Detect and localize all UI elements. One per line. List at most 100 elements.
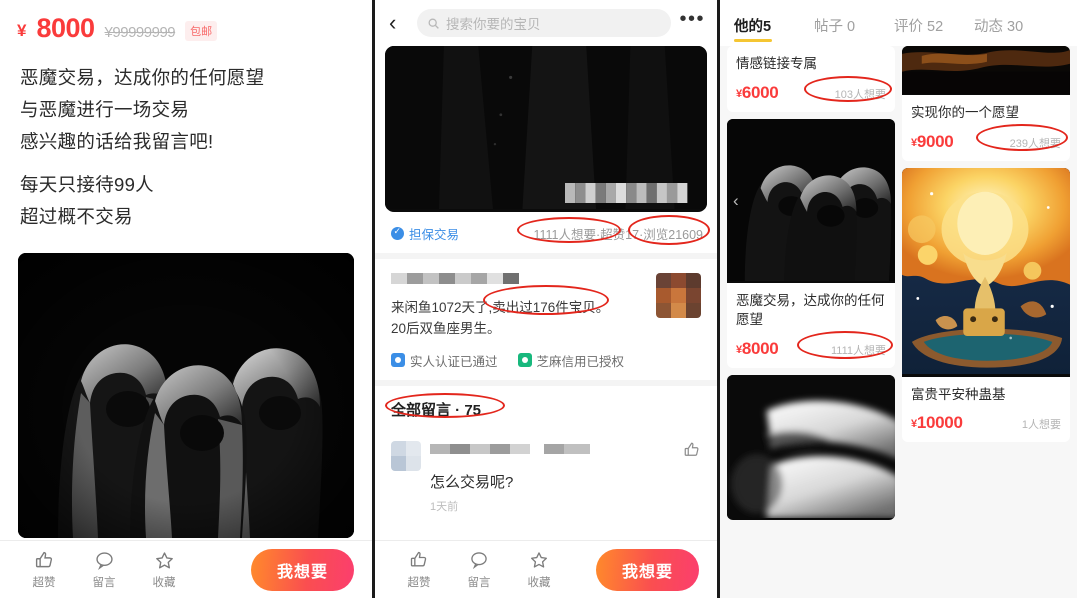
- commenter-name-redacted: [430, 443, 590, 454]
- item-photo[interactable]: [385, 46, 707, 212]
- item-card[interactable]: 富贵平安种蛊基 ¥10000 1人想要: [902, 167, 1070, 443]
- comment-body: 怎么交易呢? 1天前: [430, 441, 590, 514]
- comment-text: 怎么交易呢?: [430, 473, 514, 491]
- commenter-avatar: [391, 440, 421, 471]
- item-card[interactable]: ‹ 恶魔交易，达成你的任何愿望 ¥8000 1111人想要: [727, 118, 895, 368]
- blurred-bw-thumb: [727, 374, 895, 518]
- i-want-it-button[interactable]: 我想要: [250, 548, 354, 591]
- card-want-count: 1111人想要: [830, 344, 886, 357]
- chevron-left-icon[interactable]: ‹: [387, 12, 409, 34]
- mid-message-label: 留言: [467, 576, 491, 589]
- comment-item[interactable]: 怎么交易呢? 1天前: [375, 431, 717, 514]
- seller-block[interactable]: 来闲鱼1072天了,卖出过176件宝贝。20后双鱼座男生。 实人认证已通过 芝麻…: [375, 259, 717, 380]
- price-row: ¥ 8000 ¥99999999 包邮: [0, 0, 372, 44]
- comments-header: 全部留言 · 75: [375, 386, 717, 431]
- profile-tabs: 他的5 帖子 0 评价 52 动态 30: [720, 0, 1077, 46]
- like-action[interactable]: 超赞: [18, 550, 70, 590]
- chevron-left-icon[interactable]: ‹: [733, 191, 739, 211]
- desc-spacer: [20, 157, 372, 169]
- favorite-label: 收藏: [152, 576, 176, 589]
- comment-icon: [78, 550, 130, 573]
- ellipsis-icon[interactable]: •••: [679, 9, 705, 32]
- card-currency: ¥: [911, 418, 917, 431]
- free-shipping-badge: 包邮: [185, 21, 218, 41]
- card-price: ¥10000: [911, 413, 963, 433]
- mid-like-action[interactable]: 超赞: [393, 550, 445, 590]
- comment-icon: [453, 550, 505, 573]
- card-want-count: 1人想要: [1021, 419, 1061, 432]
- id-verified-icon: [391, 353, 405, 368]
- desc-line-1: 恶魔交易，达成你的任何愿望: [20, 67, 265, 88]
- item-card[interactable]: 情感链接专属 ¥6000 103人想要: [727, 46, 895, 112]
- card-footer: ¥9000 239人想要: [911, 123, 1068, 152]
- item-grid: 情感链接专属 ¥6000 103人想要 ‹ 恶魔交易，达成你的任何愿望 ¥800…: [720, 46, 1077, 520]
- favorite-action[interactable]: 收藏: [138, 550, 190, 590]
- item-card[interactable]: [727, 374, 895, 520]
- card-footer: ¥10000 1人想要: [911, 413, 1061, 433]
- card-footer: ¥8000 1111人想要: [736, 330, 893, 359]
- desc-line-4: 每天只接待99人: [20, 174, 154, 196]
- search-icon: [428, 18, 439, 29]
- card-image: [902, 46, 1070, 95]
- mid-i-want-it-button[interactable]: 我想要: [595, 548, 699, 591]
- mid-favorite-label: 收藏: [527, 576, 551, 589]
- orange-illustration-thumb: [902, 167, 1070, 375]
- thumbs-up-icon: [393, 550, 445, 573]
- search-input[interactable]: 搜索你要的宝贝: [417, 9, 672, 37]
- card-image: ‹: [727, 118, 895, 283]
- mid-like-label: 超赞: [407, 576, 431, 589]
- comment-thumbs-up-icon[interactable]: [683, 441, 701, 464]
- product-hero-image[interactable]: [18, 253, 354, 539]
- card-want-count: 239人想要: [1009, 137, 1061, 150]
- message-action[interactable]: 留言: [78, 550, 130, 590]
- tab-activity[interactable]: 动态 30: [974, 0, 1054, 46]
- mosaic-redaction: [565, 183, 688, 203]
- mid-bottom-action-bar: 超赞 留言 收藏 我想要: [375, 540, 717, 598]
- like-label: 超赞: [32, 576, 56, 589]
- zhima-credit-label: 芝麻信用已授权: [536, 354, 625, 369]
- card-image: [902, 167, 1070, 377]
- seller-avatar[interactable]: [656, 273, 701, 318]
- zhima-credit-badge: 芝麻信用已授权: [517, 351, 625, 370]
- identity-verified-label: 实人认证已通过: [410, 354, 498, 369]
- mid-message-action[interactable]: 留言: [453, 550, 505, 590]
- desc-line-3: 感兴趣的话给我留言吧!: [20, 130, 214, 152]
- card-currency: ¥: [736, 87, 742, 100]
- message-label: 留言: [92, 576, 116, 589]
- card-image: [727, 374, 895, 520]
- seller-name-redacted: [391, 273, 519, 284]
- mid-favorite-action[interactable]: 收藏: [513, 550, 565, 590]
- card-title: 实现你的一个愿望: [911, 105, 1019, 120]
- thumbs-up-icon: [18, 550, 70, 573]
- tab-reviews[interactable]: 评价 52: [894, 0, 974, 46]
- card-currency: ¥: [911, 136, 917, 149]
- currency-symbol: ¥: [17, 21, 27, 40]
- search-placeholder: 搜索你要的宝贝: [446, 17, 541, 32]
- card-title: 情感链接专属: [736, 56, 817, 71]
- dark-fire-thumb: [902, 46, 1070, 95]
- card-price: ¥6000: [736, 83, 779, 103]
- item-page-panel: ‹ 搜索你要的宝贝 ••• ✓ 担保交易 1111人想要·超赞17·浏览2160…: [372, 0, 720, 598]
- avatar-mosaic: [656, 273, 701, 318]
- identity-verified-badge: 实人认证已通过: [391, 351, 498, 370]
- card-title: 恶魔交易，达成你的任何愿望: [736, 292, 885, 328]
- item-card[interactable]: 实现你的一个愿望 ¥9000 239人想要: [902, 46, 1070, 161]
- product-description: 恶魔交易，达成你的任何愿望 与恶魔进行一场交易 感兴趣的话给我留言吧! 每天只接…: [0, 44, 372, 233]
- seller-bio: 来闲鱼1072天了,卖出过176件宝贝。20后双鱼座男生。: [391, 300, 610, 336]
- comment-time: 1天前: [430, 500, 459, 513]
- star-icon: [138, 550, 190, 573]
- card-price-value: 9000: [916, 131, 954, 151]
- tab-his-items[interactable]: 他的5: [734, 0, 814, 46]
- item-stats-text: 1111人想要·超赞17·浏览21609: [533, 228, 703, 242]
- card-title: 富贵平安种蛊基: [911, 386, 1006, 402]
- guaranteed-transaction-label: 担保交易: [391, 224, 459, 243]
- tab-posts[interactable]: 帖子 0: [814, 0, 894, 46]
- comments-header-text: 全部留言 · 75: [391, 401, 482, 419]
- grid-column-right: 实现你的一个愿望 ¥9000 239人想要 富贵平安种蛊基 ¥10000 1人想…: [902, 46, 1070, 520]
- card-body: 富贵平安种蛊基 ¥10000 1人想要: [902, 377, 1070, 443]
- card-price: ¥8000: [736, 339, 779, 359]
- card-body: 情感链接专属 ¥6000 103人想要: [727, 46, 895, 112]
- card-body: 恶魔交易，达成你的任何愿望 ¥8000 1111人想要: [727, 283, 895, 368]
- original-price: ¥99999999: [104, 24, 176, 41]
- zhima-credit-icon: [517, 353, 532, 368]
